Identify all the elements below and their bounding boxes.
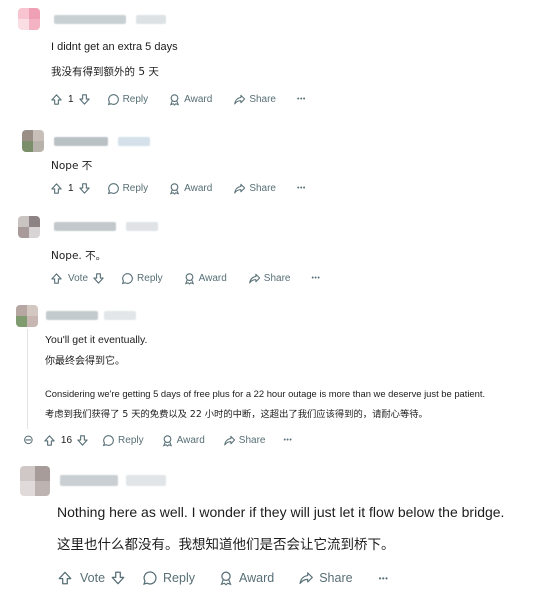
award-label: Award — [176, 434, 205, 446]
award-button[interactable]: Award — [183, 272, 227, 285]
comment-translation: 你最终会得到它。 — [45, 356, 125, 367]
share-label: Share — [319, 571, 353, 585]
reply-button[interactable]: Reply — [142, 570, 195, 586]
vote-label: Vote — [80, 571, 106, 585]
share-button[interactable]: Share — [233, 93, 276, 106]
comment-body: Nope 不 — [51, 160, 93, 172]
share-arrow-icon — [223, 434, 236, 447]
arrow-up-icon[interactable] — [50, 182, 63, 195]
vote-label: Vote — [68, 272, 89, 284]
share-button[interactable]: Share — [233, 182, 276, 195]
username-blurred[interactable] — [54, 15, 126, 24]
reply-button[interactable]: Reply — [107, 182, 149, 195]
vote-count: 16 — [60, 434, 73, 446]
comment-body: You'll get it eventually. — [45, 334, 148, 346]
avatar[interactable] — [22, 130, 44, 152]
avatar[interactable] — [16, 305, 38, 327]
award-button[interactable]: Award — [161, 434, 205, 447]
vote-count: 1 — [68, 182, 74, 194]
reply-label: Reply — [122, 182, 149, 194]
username-blurred[interactable] — [54, 137, 108, 146]
arrow-down-icon[interactable] — [78, 93, 91, 106]
share-label: Share — [249, 93, 276, 105]
timestamp-blurred — [126, 222, 158, 231]
ellipsis-icon[interactable]: ••• — [311, 275, 320, 282]
timestamp-blurred — [118, 137, 150, 146]
reply-label: Reply — [163, 571, 195, 585]
speech-bubble-icon — [102, 434, 115, 447]
award-ribbon-icon — [168, 182, 181, 195]
award-button[interactable]: Award — [218, 570, 274, 586]
award-label: Award — [198, 272, 227, 284]
share-arrow-icon — [298, 570, 314, 586]
ellipsis-icon[interactable]: ••• — [283, 437, 292, 444]
comment-body-paragraph-2: Considering we're getting 5 days of free… — [45, 388, 486, 399]
ellipsis-icon[interactable]: ••• — [297, 185, 306, 192]
arrow-up-icon[interactable] — [50, 93, 63, 106]
speech-bubble-icon — [107, 182, 120, 195]
collapse-minus-icon[interactable]: ⊖ — [23, 432, 34, 448]
reply-label: Reply — [137, 272, 163, 284]
share-button[interactable]: Share — [298, 570, 353, 586]
award-ribbon-icon — [161, 434, 174, 447]
award-ribbon-icon — [183, 272, 196, 285]
reply-button[interactable]: Reply — [102, 434, 144, 447]
username-blurred[interactable] — [60, 475, 118, 486]
speech-bubble-icon — [121, 272, 134, 285]
avatar[interactable] — [20, 466, 50, 496]
comment-body: I didnt get an extra 5 days — [51, 41, 178, 53]
ellipsis-icon[interactable]: ••• — [297, 96, 306, 103]
award-label: Award — [184, 182, 213, 194]
arrow-down-icon[interactable] — [76, 434, 89, 447]
arrow-up-icon[interactable] — [57, 570, 73, 586]
comment-action-bar: Vote Reply Award Share ••• — [57, 567, 388, 589]
arrow-up-icon[interactable] — [43, 434, 56, 447]
comment-action-bar: 1 Reply Award Share ••• — [50, 90, 306, 108]
award-label: Award — [184, 93, 213, 105]
award-label: Award — [239, 571, 275, 585]
avatar[interactable] — [18, 8, 40, 30]
comment-action-bar: ⊖ 16 Reply Award Share ••• — [23, 431, 292, 449]
arrow-up-icon[interactable] — [50, 272, 63, 285]
comment-action-bar: Vote Reply Award Share ••• — [50, 269, 320, 287]
comment-translation-paragraph-2: 考虑到我们获得了 5 天的免费以及 22 小时的中断，这超出了我们应该得到的，请… — [45, 409, 428, 420]
share-arrow-icon — [248, 272, 261, 285]
timestamp-blurred — [136, 15, 166, 24]
reply-button[interactable]: Reply — [121, 272, 163, 285]
avatar[interactable] — [18, 216, 40, 238]
award-ribbon-icon — [168, 93, 181, 106]
share-button[interactable]: Share — [223, 434, 266, 447]
share-label: Share — [263, 272, 291, 284]
award-button[interactable]: Award — [168, 93, 212, 106]
comment-translation: 这里也什么都没有。我想知道他们是否会让它流到桥下。 — [57, 537, 395, 553]
share-label: Share — [249, 182, 276, 194]
arrow-down-icon[interactable] — [110, 570, 126, 586]
username-blurred[interactable] — [54, 222, 116, 231]
reply-label: Reply — [122, 93, 149, 105]
share-label: Share — [238, 434, 266, 446]
timestamp-blurred — [104, 311, 136, 320]
timestamp-blurred — [126, 475, 166, 486]
speech-bubble-icon — [107, 93, 120, 106]
speech-bubble-icon — [142, 570, 158, 586]
comment-body: Nope. 不。 — [51, 250, 107, 262]
ellipsis-icon[interactable]: ••• — [379, 574, 389, 583]
reply-label: Reply — [118, 434, 144, 446]
arrow-down-icon[interactable] — [78, 182, 91, 195]
comment-body: Nothing here as well. I wonder if they w… — [57, 504, 505, 520]
share-button[interactable]: Share — [248, 272, 291, 285]
reply-button[interactable]: Reply — [107, 93, 149, 106]
comment-action-bar: 1 Reply Award Share ••• — [50, 179, 306, 197]
award-button[interactable]: Award — [168, 182, 212, 195]
share-arrow-icon — [233, 182, 246, 195]
arrow-down-icon[interactable] — [92, 272, 105, 285]
thread-line[interactable] — [27, 329, 28, 429]
share-arrow-icon — [233, 93, 246, 106]
vote-count: 1 — [68, 93, 74, 105]
comment-translation: 我没有得到额外的 5 天 — [51, 66, 159, 78]
username-blurred[interactable] — [46, 311, 98, 320]
award-ribbon-icon — [218, 570, 234, 586]
